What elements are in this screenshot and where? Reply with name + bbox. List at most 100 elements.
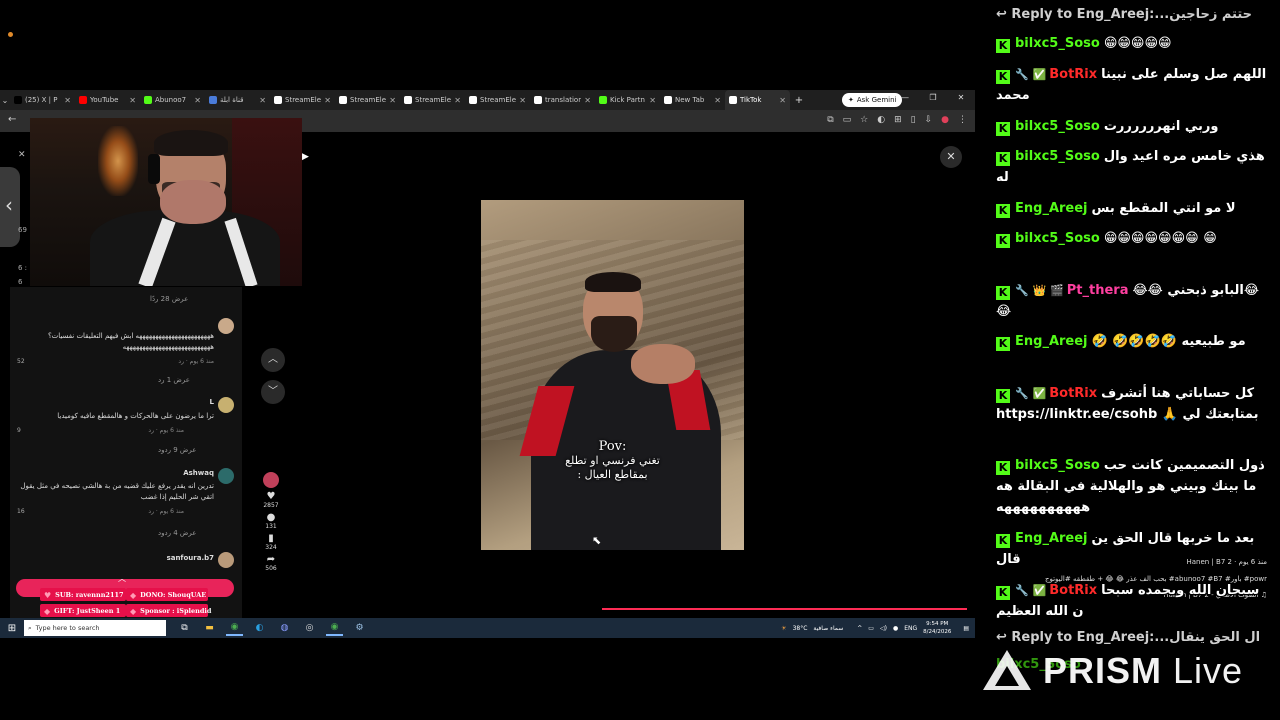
chat-username[interactable]: BotRix	[1049, 583, 1097, 598]
like-count-3[interactable]: 16	[17, 508, 25, 515]
heart-icon[interactable]: ♥	[259, 492, 283, 502]
view-replies-3[interactable]: عرض 9 ردود	[158, 446, 196, 454]
extension-icon[interactable]: ◐	[877, 115, 885, 125]
browser-tab[interactable]: translation ✕	[530, 90, 595, 110]
obs-icon[interactable]: ◎	[301, 620, 318, 636]
chat-username[interactable]: bilxc5_Soso	[1015, 231, 1100, 246]
close-tab-icon[interactable]: ✕	[649, 96, 656, 105]
browser-tab[interactable]: قناة ابلة ✕	[205, 90, 270, 110]
close-video-button[interactable]: ✕	[940, 146, 962, 168]
discord-icon[interactable]: ◍	[276, 620, 293, 636]
comment-icon[interactable]: ●	[259, 513, 283, 523]
chat-username[interactable]: bilxc5_Soso	[1015, 149, 1100, 164]
ask-gemini-button[interactable]: ✦ Ask Gemini	[842, 93, 903, 107]
volume-icon[interactable]: ◁)	[880, 625, 887, 632]
windows-start-icon[interactable]: ⊞	[0, 623, 24, 634]
chat-username[interactable]: BotRix	[1049, 386, 1097, 401]
file-explorer-icon[interactable]: ▬	[201, 620, 218, 636]
chat-username[interactable]: Eng_Areej	[1015, 531, 1088, 546]
close-window-icon[interactable]: ✕	[955, 93, 967, 102]
creator-avatar[interactable]	[263, 472, 279, 488]
tab-search-icon[interactable]: ⌄	[0, 96, 10, 105]
profile-icon[interactable]: ●	[941, 115, 949, 125]
chat-username[interactable]: bilxc5_Soso	[1015, 458, 1100, 473]
video-progress-bar[interactable]	[602, 608, 967, 610]
tab-favicon-icon	[729, 96, 737, 104]
download-icon[interactable]: ⇩	[925, 115, 933, 125]
close-tab-icon[interactable]: ✕	[779, 96, 786, 105]
like-count-1[interactable]: 52	[17, 358, 25, 365]
star-icon[interactable]: ☆	[860, 115, 868, 125]
chat-username[interactable]: bilxc5_Soso	[1015, 36, 1100, 51]
tab-favicon-icon	[664, 96, 672, 104]
browser-tab[interactable]: (25) X | P ✕	[10, 90, 75, 110]
close-tab-icon[interactable]: ✕	[389, 96, 396, 105]
minimize-icon[interactable]: —	[899, 93, 911, 102]
previous-video-button[interactable]: ︿	[261, 348, 285, 372]
avatar[interactable]	[218, 397, 234, 413]
view-replies-4[interactable]: عرض 4 ردود	[158, 529, 196, 537]
browser-tab[interactable]: StreamEle ✕	[335, 90, 400, 110]
next-video-button[interactable]: ﹀	[261, 380, 285, 404]
translate-icon[interactable]: ⧉	[827, 115, 833, 125]
search-icon: ⌕	[28, 623, 32, 632]
chat-username[interactable]: Pt_thera	[1067, 283, 1129, 298]
view-replies-2[interactable]: عرض 1 رد	[158, 376, 190, 384]
close-tab-icon[interactable]: ✕	[454, 96, 461, 105]
steam-icon[interactable]: ⚙	[351, 620, 368, 636]
puzzle-icon[interactable]: ⊞	[894, 115, 902, 125]
close-tab-icon[interactable]: ✕	[259, 96, 266, 105]
browser-tab[interactable]: StreamEle ✕	[400, 90, 465, 110]
comment-user-4[interactable]: sanfoura.b7	[167, 554, 214, 562]
browser-tab[interactable]: Kick Partn ✕	[595, 90, 660, 110]
close-tab-icon[interactable]: ✕	[194, 96, 201, 105]
close-tab-icon[interactable]: ✕	[324, 96, 331, 105]
close-tab-icon[interactable]: ✕	[584, 96, 591, 105]
panel-close-icon[interactable]: ✕	[18, 150, 26, 160]
bookmark-icon[interactable]: ▮	[259, 534, 283, 544]
chat-message-text: وربي انهررررررت	[1103, 119, 1219, 134]
browser-tab[interactable]: Abunoo7 ✕	[140, 90, 205, 110]
view-replies-1[interactable]: عرض 28 ردًا	[150, 295, 188, 303]
close-tab-icon[interactable]: ✕	[519, 96, 526, 105]
mic-icon[interactable]: ●	[893, 625, 898, 632]
chat-username[interactable]: Eng_Areej	[1015, 201, 1088, 216]
chevron-up-icon[interactable]: ^	[857, 625, 862, 632]
sidebar-icon[interactable]: ▯	[911, 115, 916, 125]
network-icon[interactable]: ▭	[868, 625, 874, 632]
screen-icon[interactable]: ▭	[843, 115, 852, 125]
avatar[interactable]	[218, 468, 234, 484]
like-count-2[interactable]: 9	[17, 427, 21, 434]
avatar[interactable]	[218, 552, 234, 568]
taskbar-search[interactable]: ⌕ Type here to search	[24, 620, 166, 636]
comment-user-2[interactable]: L	[210, 398, 214, 406]
comment-user-3[interactable]: Ashwaq	[183, 469, 214, 477]
chrome-profile-icon[interactable]: ◉	[326, 620, 343, 636]
new-tab-button[interactable]: +	[790, 95, 808, 106]
task-view-icon[interactable]: ⧉	[176, 620, 193, 636]
clock[interactable]: 9:54 PM 8/24/2026	[923, 620, 951, 636]
browser-tab[interactable]: New Tab ✕	[660, 90, 725, 110]
close-tab-icon[interactable]: ✕	[129, 96, 136, 105]
chrome-icon[interactable]: ◉	[226, 620, 243, 636]
close-tab-icon[interactable]: ✕	[714, 96, 721, 105]
notification-icon[interactable]: ▤	[963, 625, 969, 632]
video-player[interactable]	[481, 200, 744, 550]
maximize-icon[interactable]: ❐	[927, 93, 939, 102]
browser-tab[interactable]: StreamEle ✕	[270, 90, 335, 110]
edge-icon[interactable]: ◐	[251, 620, 268, 636]
play-icon[interactable]: ▶	[302, 152, 309, 162]
menu-icon[interactable]: ⋮	[958, 115, 967, 125]
close-tab-icon[interactable]: ✕	[64, 96, 71, 105]
language-indicator[interactable]: ENG	[904, 625, 917, 632]
browser-tab[interactable]: YouTube ✕	[75, 90, 140, 110]
browser-tab[interactable]: TikTok ✕	[725, 90, 790, 110]
browser-tab[interactable]: StreamEle ✕	[465, 90, 530, 110]
chat-username[interactable]: BotRix	[1049, 67, 1097, 82]
chat-username[interactable]: bilxc5_Soso	[1015, 119, 1100, 134]
sidebar-toggle[interactable]: ‹	[0, 167, 20, 247]
chat-username[interactable]: Eng_Areej	[1015, 334, 1088, 349]
back-icon[interactable]: ←	[8, 114, 16, 125]
share-icon[interactable]: ➦	[259, 555, 283, 565]
avatar[interactable]	[218, 318, 234, 334]
